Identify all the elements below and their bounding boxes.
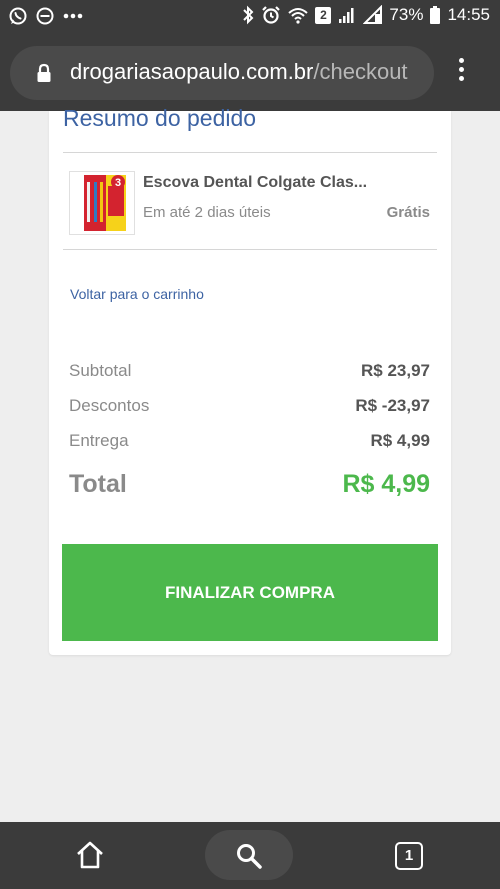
signal-icon — [363, 5, 383, 24]
search-icon — [237, 844, 262, 869]
delivery-estimate: Em até 2 dias úteis — [143, 204, 271, 221]
dnd-icon — [36, 7, 54, 25]
battery-percent: 73% — [389, 5, 424, 24]
shipping-price: Grátis — [386, 204, 430, 221]
signal-icon — [339, 8, 354, 23]
back-to-cart-link[interactable]: Voltar para o carrinho — [70, 286, 204, 302]
url-path: /checkout — [313, 59, 408, 84]
search-button[interactable] — [205, 830, 293, 880]
total-value: R$ 4,99 — [342, 470, 430, 498]
product-thumbnail: 3 — [69, 171, 135, 235]
clock: 14:55 — [447, 5, 490, 24]
discount-label: Descontos — [69, 396, 150, 415]
shipping-value: R$ 4,99 — [370, 431, 430, 450]
order-summary-card: Resumo do pedido 3 Escova Dental Colgate… — [49, 105, 451, 655]
more-notifications-icon — [63, 13, 83, 19]
total-label: Total — [69, 470, 127, 498]
whatsapp-icon — [9, 7, 27, 25]
product-name: Escova Dental Colgate Clas... — [143, 174, 368, 191]
url-text: drogariasaopaulo.com.br/checkout — [70, 59, 408, 85]
toothbrush-pack-image: 3 — [84, 175, 126, 231]
order-summary-title: Resumo do pedido — [63, 105, 257, 131]
pack-count-label: 3 — [115, 177, 121, 189]
status-bar: 2 73% 14:55 — [0, 0, 500, 34]
divider — [63, 152, 437, 153]
notification-count-badge: 2 — [315, 6, 332, 24]
wifi-icon — [288, 8, 309, 24]
address-bar[interactable]: drogariasaopaulo.com.br/checkout — [10, 46, 434, 100]
browser-bottom-bar: 1 — [0, 822, 500, 889]
lock-icon — [37, 63, 51, 82]
tabs-icon[interactable]: 1 — [395, 842, 423, 870]
menu-icon[interactable] — [450, 58, 472, 88]
status-right-icons: 2 73% 14:55 — [241, 5, 490, 25]
shipping-label: Entrega — [69, 431, 129, 450]
bluetooth-icon — [243, 5, 254, 25]
subtotal-value: R$ 23,97 — [361, 361, 430, 380]
browser-top-bar: 2 73% 14:55 drogariasaopaulo.com.br/chec… — [0, 0, 500, 111]
battery-icon — [430, 6, 441, 24]
status-left-icons — [8, 6, 84, 26]
discount-value: R$ -23,97 — [355, 396, 430, 415]
subtotal-label: Subtotal — [69, 361, 132, 380]
checkout-button[interactable]: FINALIZAR COMPRA — [62, 544, 438, 641]
alarm-icon — [262, 6, 281, 24]
divider — [63, 249, 437, 250]
url-domain: drogariasaopaulo.com.br — [70, 59, 314, 84]
home-icon[interactable] — [74, 840, 106, 870]
